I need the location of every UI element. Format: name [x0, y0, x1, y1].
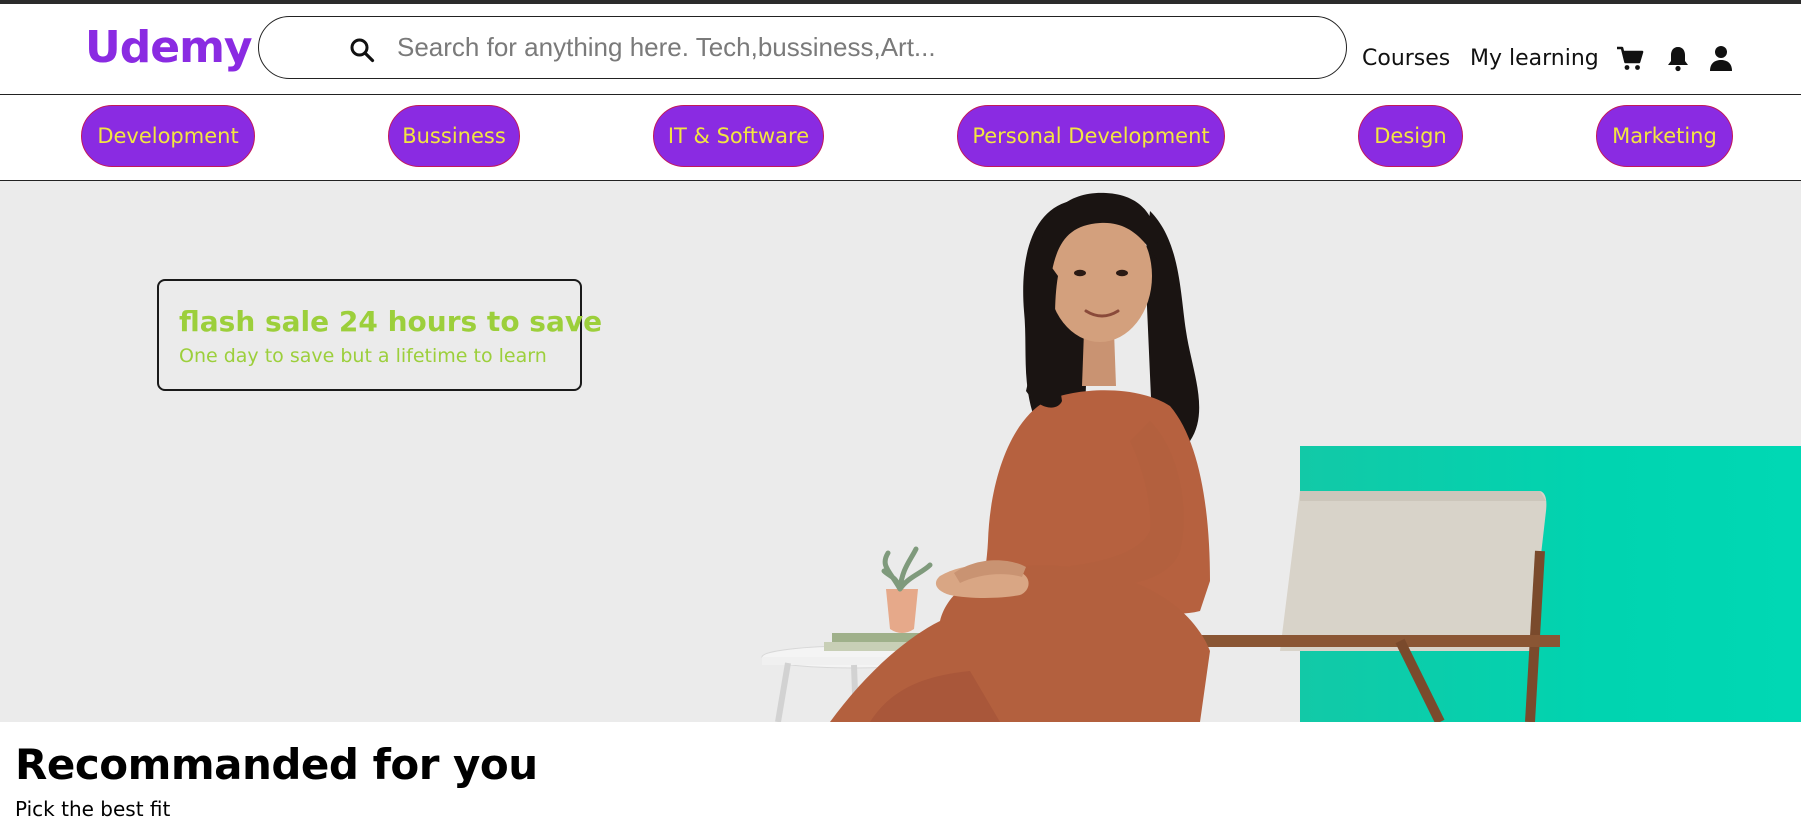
category-design-button[interactable]: Design: [1358, 105, 1463, 167]
category-personal-development-button[interactable]: Personal Development: [957, 105, 1225, 167]
category-business-button[interactable]: Bussiness: [388, 105, 520, 167]
search-bar[interactable]: [258, 16, 1347, 79]
udemy-logo[interactable]: Udemy: [85, 22, 253, 73]
top-header: Udemy Courses My learning: [0, 4, 1801, 95]
category-marketing-button[interactable]: Marketing: [1596, 105, 1733, 167]
nav-my-learning-link[interactable]: My learning: [1470, 46, 1599, 71]
category-nav: Development Bussiness IT & Software Pers…: [0, 95, 1801, 181]
nav-courses-link[interactable]: Courses: [1362, 46, 1450, 71]
flash-sale-subtitle: One day to save but a lifetime to learn: [179, 345, 547, 367]
cart-icon[interactable]: [1616, 44, 1644, 72]
category-it-software-button[interactable]: IT & Software: [653, 105, 824, 167]
search-input[interactable]: [397, 25, 1297, 70]
flash-sale-title: flash sale 24 hours to save: [179, 305, 603, 338]
recommended-subtitle: Pick the best fit: [15, 797, 171, 821]
search-icon[interactable]: [349, 37, 375, 63]
recommended-title: Recommanded for you: [15, 740, 538, 789]
user-icon[interactable]: [1707, 44, 1735, 72]
category-development-button[interactable]: Development: [81, 105, 255, 167]
bell-icon[interactable]: [1664, 44, 1692, 72]
hero-woman-in-chair-image: [761, 192, 1560, 722]
hero-banner: flash sale 24 hours to save One day to s…: [0, 181, 1801, 722]
flash-sale-box: flash sale 24 hours to save One day to s…: [157, 279, 602, 391]
